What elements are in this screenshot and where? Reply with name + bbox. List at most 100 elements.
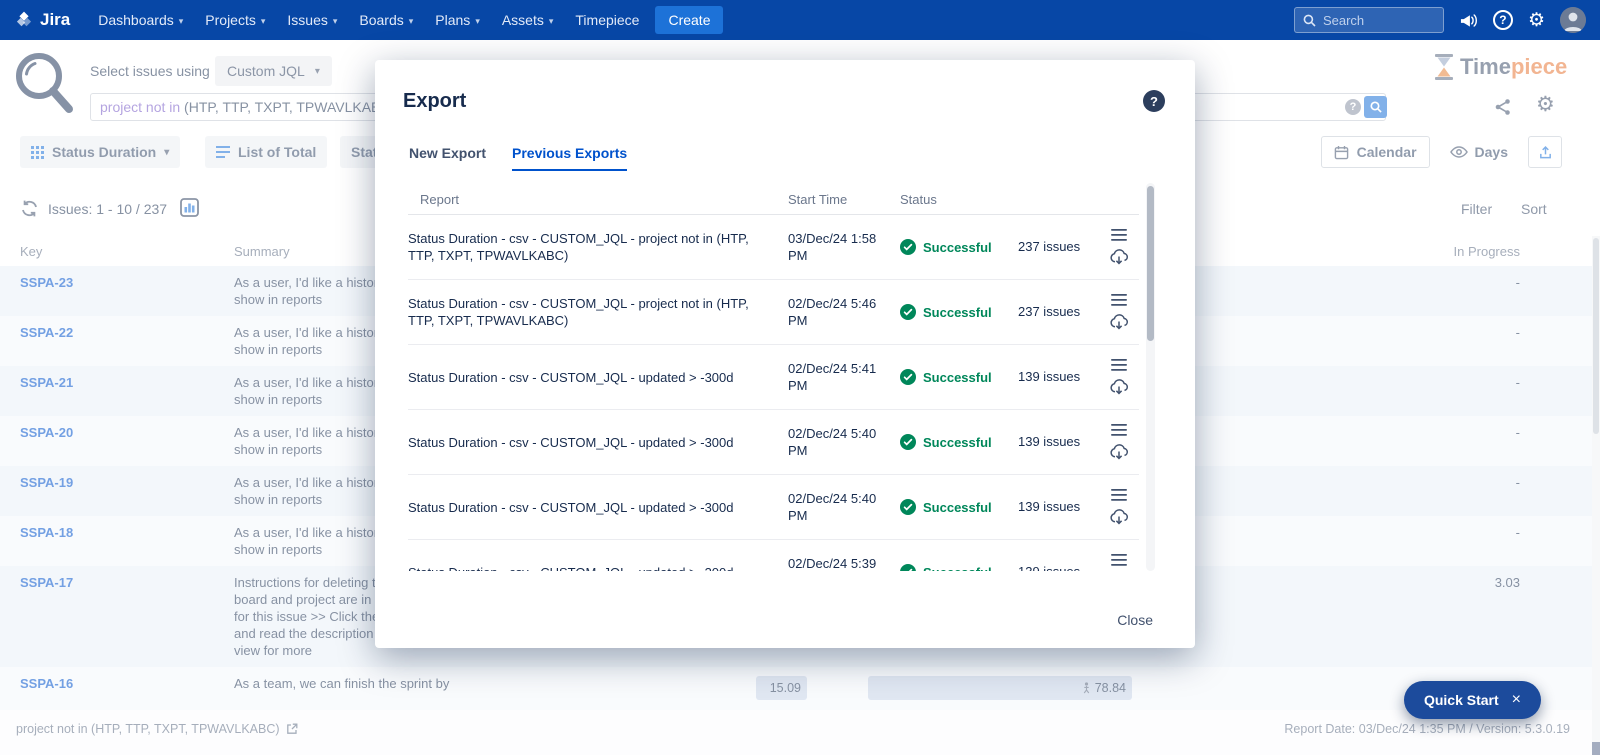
col-report: Report: [408, 191, 788, 208]
row-menu-icon[interactable]: [1111, 424, 1127, 436]
export-report-name: Status Duration - csv - CUSTOM_JQL - pro…: [408, 230, 788, 264]
search-icon: [1303, 14, 1316, 27]
modal-title: Export: [403, 90, 466, 113]
chevron-down-icon: ▾: [179, 14, 184, 27]
chevron-down-icon: ▾: [475, 14, 480, 27]
nav-item[interactable]: Projects ▾: [205, 12, 265, 28]
nav-item[interactable]: Issues ▾: [287, 12, 337, 28]
nav-item-label: Plans: [435, 12, 470, 28]
modal-help-icon[interactable]: ?: [1143, 90, 1165, 112]
export-issue-count: 237 issues: [1018, 239, 1082, 255]
nav-item-label: Dashboards: [98, 12, 174, 28]
export-row: Status Duration - csv - CUSTOM_JQL - pro…: [408, 215, 1139, 280]
megaphone-icon[interactable]: [1459, 12, 1478, 29]
download-cloud-icon[interactable]: [1109, 444, 1129, 461]
nav-item-label: Issues: [287, 12, 327, 28]
export-issue-count: 139 issues: [1018, 564, 1082, 571]
export-issue-count: 139 issues: [1018, 434, 1082, 450]
export-status: Successful: [900, 499, 1018, 515]
export-report-name: Status Duration - csv - CUSTOM_JQL - pro…: [408, 295, 788, 329]
download-cloud-icon[interactable]: [1109, 509, 1129, 526]
row-menu-icon[interactable]: [1111, 554, 1127, 566]
exports-table: Report Start Time Status Status Duration…: [408, 185, 1139, 571]
download-cloud-icon[interactable]: [1109, 314, 1129, 331]
search-input[interactable]: [1323, 13, 1435, 28]
nav-item[interactable]: Plans ▾: [435, 12, 480, 28]
nav-right: ? ⚙: [1294, 7, 1600, 33]
row-menu-icon[interactable]: [1111, 229, 1127, 241]
nav-item[interactable]: Boards ▾: [359, 12, 413, 28]
success-check-icon: [900, 434, 916, 450]
nav-item[interactable]: Timepiece: [575, 12, 639, 28]
success-check-icon: [900, 304, 916, 320]
export-row: Status Duration - csv - CUSTOM_JQL - pro…: [408, 280, 1139, 345]
nav-search[interactable]: [1294, 7, 1444, 33]
download-cloud-icon[interactable]: [1109, 249, 1129, 266]
jira-mark-icon: [14, 10, 34, 30]
export-status: Successful: [900, 304, 1018, 320]
success-check-icon: [900, 239, 916, 255]
app-root: Jira Dashboards ▾ Projects ▾ Issues ▾ Bo…: [0, 0, 1600, 755]
nav-menu: Dashboards ▾ Projects ▾ Issues ▾ Boards …: [98, 12, 639, 28]
row-menu-icon[interactable]: [1111, 294, 1127, 306]
chevron-down-icon: ▾: [409, 14, 414, 27]
close-icon[interactable]: ×: [1512, 692, 1521, 708]
question-glyph: ?: [1150, 94, 1158, 109]
export-report-name: Status Duration - csv - CUSTOM_JQL - upd…: [408, 499, 788, 516]
modal-scrollbar[interactable]: [1146, 183, 1155, 571]
export-report-name: Status Duration - csv - CUSTOM_JQL - upd…: [408, 434, 788, 451]
nav-item[interactable]: Dashboards ▾: [98, 12, 183, 28]
export-issue-count: 139 issues: [1018, 499, 1082, 515]
chevron-down-icon: ▾: [549, 14, 554, 27]
download-cloud-icon[interactable]: [1109, 379, 1129, 396]
export-row: Status Duration - csv - CUSTOM_JQL - upd…: [408, 410, 1139, 475]
row-menu-icon[interactable]: [1111, 359, 1127, 371]
jira-logo[interactable]: Jira: [0, 10, 70, 30]
status-text: Successful: [923, 435, 992, 450]
export-start-time: 02/Dec/24 5:39 PM: [788, 555, 900, 571]
export-status: Successful: [900, 564, 1018, 571]
nav-item-label: Assets: [502, 12, 544, 28]
modal-tabs: New Export Previous Exports: [375, 113, 1195, 171]
modal-scrollbar-thumb[interactable]: [1147, 186, 1154, 341]
quick-start-label: Quick Start: [1424, 692, 1499, 708]
exports-list: Status Duration - csv - CUSTOM_JQL - pro…: [408, 215, 1139, 571]
export-start-time: 03/Dec/24 1:58 PM: [788, 230, 900, 264]
help-icon[interactable]: ?: [1493, 10, 1513, 30]
export-row: Status Duration - csv - CUSTOM_JQL - upd…: [408, 540, 1139, 571]
nav-item[interactable]: Assets ▾: [502, 12, 554, 28]
export-status: Successful: [900, 239, 1018, 255]
chevron-down-icon: ▾: [333, 14, 338, 27]
row-menu-icon[interactable]: [1111, 489, 1127, 501]
export-start-time: 02/Dec/24 5:46 PM: [788, 295, 900, 329]
col-status: Status: [900, 192, 1018, 207]
export-start-time: 02/Dec/24 5:40 PM: [788, 425, 900, 459]
export-modal: Export ? New Export Previous Exports Rep…: [375, 60, 1195, 648]
success-check-icon: [900, 499, 916, 515]
export-status: Successful: [900, 369, 1018, 385]
export-report-name: Status Duration - csv - CUSTOM_JQL - upd…: [408, 564, 788, 572]
create-button[interactable]: Create: [655, 6, 723, 34]
nav-item-label: Projects: [205, 12, 256, 28]
quick-start-button[interactable]: Quick Start ×: [1404, 681, 1541, 719]
status-text: Successful: [923, 500, 992, 515]
export-row: Status Duration - csv - CUSTOM_JQL - upd…: [408, 345, 1139, 410]
status-text: Successful: [923, 305, 992, 320]
avatar[interactable]: [1560, 7, 1586, 33]
status-text: Successful: [923, 370, 992, 385]
status-text: Successful: [923, 565, 992, 572]
top-nav: Jira Dashboards ▾ Projects ▾ Issues ▾ Bo…: [0, 0, 1600, 40]
chevron-down-icon: ▾: [261, 14, 266, 27]
export-start-time: 02/Dec/24 5:40 PM: [788, 490, 900, 524]
tab-new-export[interactable]: New Export: [409, 145, 486, 171]
tab-previous-exports[interactable]: Previous Exports: [512, 145, 627, 171]
nav-item-label: Timepiece: [575, 12, 639, 28]
success-check-icon: [900, 369, 916, 385]
export-start-time: 02/Dec/24 5:41 PM: [788, 360, 900, 394]
gear-icon[interactable]: ⚙: [1528, 11, 1545, 30]
export-issue-count: 237 issues: [1018, 304, 1082, 320]
nav-item-label: Boards: [359, 12, 403, 28]
export-report-name: Status Duration - csv - CUSTOM_JQL - upd…: [408, 369, 788, 386]
status-text: Successful: [923, 240, 992, 255]
close-button[interactable]: Close: [1117, 612, 1153, 628]
